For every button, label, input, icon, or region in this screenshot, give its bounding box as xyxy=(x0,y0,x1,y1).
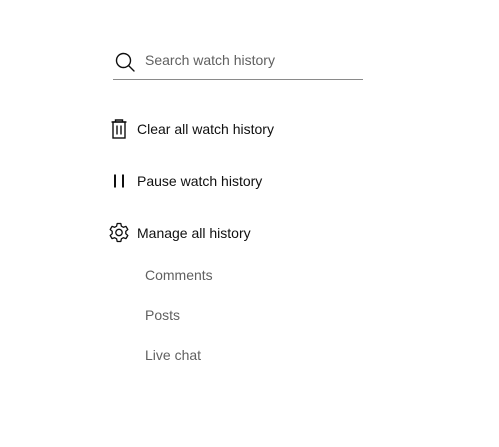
search-bar xyxy=(113,40,363,80)
pause-icon xyxy=(107,169,131,193)
trash-icon xyxy=(107,117,131,141)
search-input[interactable] xyxy=(145,49,355,71)
clear-watch-history-label: Clear all watch history xyxy=(137,121,274,137)
pause-watch-history-button[interactable]: Pause watch history xyxy=(107,167,262,195)
gear-icon xyxy=(107,221,131,245)
pause-watch-history-label: Pause watch history xyxy=(137,173,263,189)
live-chat-link[interactable]: Live chat xyxy=(145,347,201,363)
posts-link[interactable]: Posts xyxy=(145,307,180,323)
manage-all-history-button[interactable]: Manage all history xyxy=(107,219,251,247)
manage-all-history-label: Manage all history xyxy=(137,225,251,241)
history-side-panel: Clear all watch history Pause watch hist… xyxy=(0,0,499,447)
search-icon[interactable] xyxy=(113,50,137,74)
clear-watch-history-button[interactable]: Clear all watch history xyxy=(107,115,274,143)
comments-link[interactable]: Comments xyxy=(145,267,213,283)
